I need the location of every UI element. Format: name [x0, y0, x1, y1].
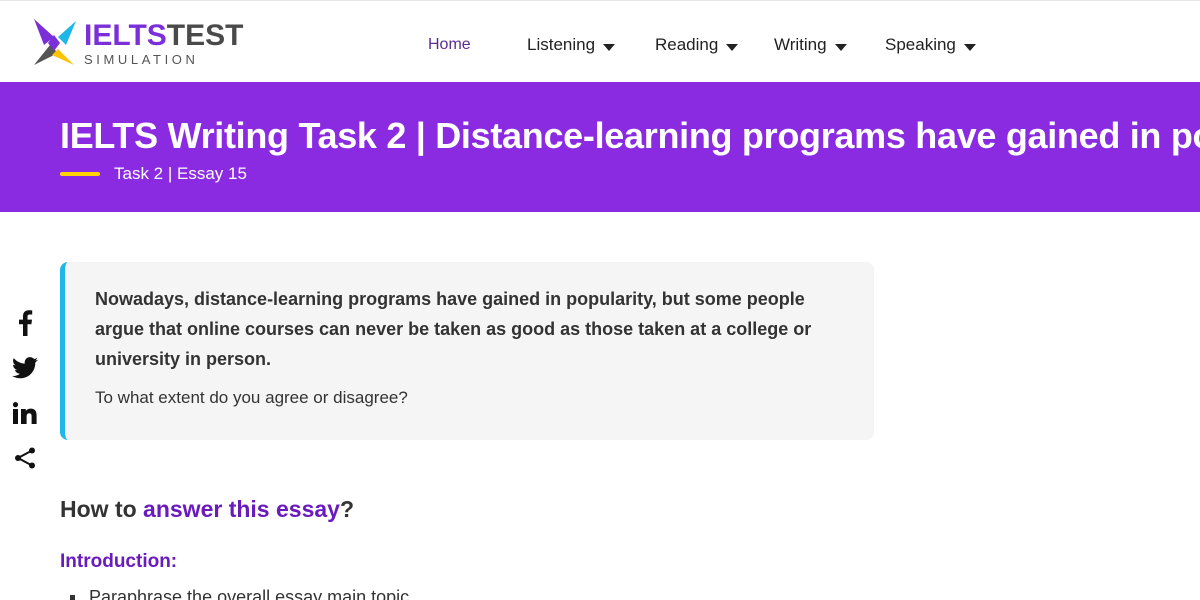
chevron-down-icon: [834, 44, 847, 51]
facebook-icon[interactable]: [12, 310, 38, 336]
social-share-bar: [12, 310, 40, 490]
page-subtitle: Task 2 | Essay 15: [114, 164, 247, 183]
twitter-icon[interactable]: [12, 355, 38, 381]
share-icon[interactable]: [12, 445, 38, 471]
nav-speaking-label: Speaking: [885, 35, 956, 54]
nav-writing[interactable]: Writing: [774, 35, 847, 55]
page-subtitle-row: Task 2 | Essay 15: [60, 164, 247, 184]
chevron-down-icon: [603, 44, 616, 51]
nav-listening[interactable]: Listening: [527, 35, 616, 55]
bullet-icon: [70, 595, 75, 600]
essay-prompt-box: Nowadays, distance-learning programs hav…: [60, 262, 874, 440]
nav-writing-label: Writing: [774, 35, 827, 54]
answer-essay-link[interactable]: answer this essay: [143, 496, 340, 522]
page-banner: IELTS Writing Task 2 | Distance-learning…: [0, 82, 1200, 212]
title-underline-accent: [60, 172, 100, 176]
nav-reading[interactable]: Reading: [655, 35, 739, 55]
chevron-down-icon: [726, 44, 739, 51]
chevron-down-icon: [963, 44, 976, 51]
list-item-text: Paraphrase the overall essay main topic: [89, 587, 410, 600]
linkedin-icon[interactable]: [12, 400, 38, 426]
how-to-heading: How to answer this essay?: [60, 496, 354, 523]
nav-reading-label: Reading: [655, 35, 719, 54]
page-title: IELTS Writing Task 2 | Distance-learning…: [60, 115, 1200, 156]
introduction-heading: Introduction:: [60, 551, 178, 572]
nav-home[interactable]: Home: [428, 36, 471, 54]
how-to-prefix: How to: [60, 496, 144, 522]
introduction-list: Paraphrase the overall essay main topic: [70, 587, 409, 600]
essay-question: Nowadays, distance-learning programs hav…: [95, 289, 812, 369]
site-header: IELTSTEST SIMULATION Home Listening Read…: [0, 0, 1200, 82]
list-item: Paraphrase the overall essay main topic: [70, 587, 409, 600]
essay-instruction: To what extent do you agree or disagree?: [95, 388, 408, 407]
how-to-suffix: ?: [339, 496, 355, 522]
nav-listening-label: Listening: [527, 35, 596, 54]
nav-home-label: Home: [428, 36, 471, 53]
main-nav: Home Listening Reading Writing Speaking: [0, 1, 1200, 83]
nav-speaking[interactable]: Speaking: [885, 35, 976, 55]
